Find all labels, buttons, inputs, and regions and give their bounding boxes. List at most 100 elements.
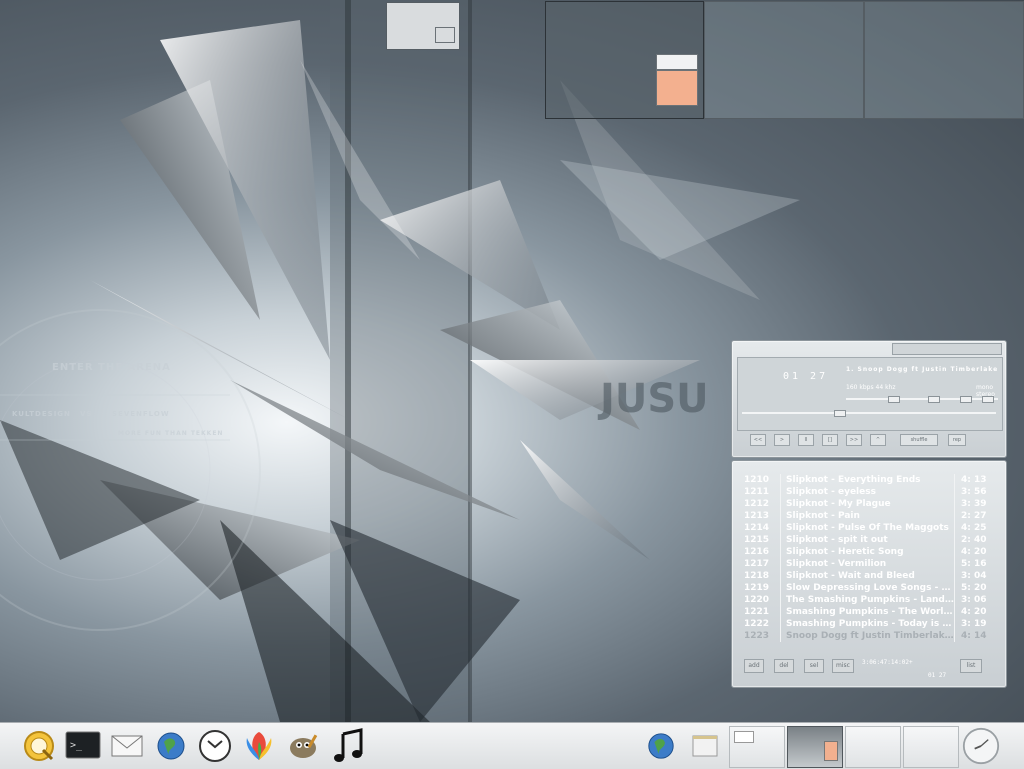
eq-knob[interactable] — [960, 396, 972, 403]
track-number: 1222 — [744, 619, 770, 629]
desktop-thumbnail-4[interactable] — [864, 1, 1024, 119]
playlist-row[interactable]: 1217 Slipknot - Vermilion 5: 16 — [738, 558, 1000, 570]
browser-icon[interactable] — [152, 727, 190, 765]
track-name: Snoop Dogg ft Justin Timberlak... — [780, 630, 954, 642]
bitrate: 160 kbps 44 khz — [846, 384, 896, 391]
track-number: 1217 — [744, 559, 770, 569]
playlist-row[interactable]: 1216 Slipknot - Heretic Song 4: 20 — [738, 546, 1000, 558]
stop-button[interactable]: [] — [822, 434, 838, 446]
eject-button[interactable]: ^ — [870, 434, 886, 446]
track-length: 3: 04 — [954, 570, 999, 582]
volume-slider[interactable] — [846, 398, 998, 400]
playlist-row[interactable]: 1220 The Smashing Pumpkins - Lands... 3: 0… — [738, 594, 1000, 606]
track-length: 3: 06 — [954, 594, 999, 606]
track-name: Slow Depressing Love Songs - RE... — [780, 582, 954, 594]
track-name: Slipknot - Heretic Song — [780, 546, 954, 558]
media-player: 01 27 1. Snoop Dogg ft Justin Timberlake… — [731, 340, 1007, 688]
playlist-row[interactable]: 1223 Snoop Dogg ft Justin Timberlak... 4: … — [738, 630, 1000, 642]
balance-knob[interactable] — [928, 396, 940, 403]
mini-window — [824, 741, 838, 761]
track-length: 4: 13 — [954, 474, 999, 486]
clock-icon[interactable] — [962, 727, 1000, 765]
desktop-switcher-1[interactable] — [729, 726, 785, 768]
desktop-switcher-4[interactable] — [903, 726, 959, 768]
wallpaper-text: ENTER THE ARENA — [52, 362, 171, 373]
playlist-add-button[interactable]: add — [744, 659, 764, 673]
track-name: Slipknot - spit it out — [780, 534, 954, 546]
playlist-row[interactable]: 1222 Smashing Pumpkins - Today is t... 3: … — [738, 618, 1000, 630]
player-titlebar[interactable] — [892, 343, 1002, 355]
clock-app-icon[interactable] — [196, 727, 234, 765]
menu-icon[interactable] — [20, 727, 58, 765]
gimp-icon[interactable] — [284, 727, 322, 765]
prev-button[interactable]: << — [750, 434, 766, 446]
playlist-row[interactable]: 1218 Slipknot - Wait and Bleed 3: 04 — [738, 570, 1000, 582]
pause-button[interactable]: II — [798, 434, 814, 446]
pl-knob[interactable] — [982, 396, 994, 403]
track-number: 1214 — [744, 523, 770, 533]
track-length: 4: 20 — [954, 546, 999, 558]
playlist-window[interactable]: 1210 Slipknot - Everything Ends 4: 13 1211 S… — [731, 460, 1007, 688]
playlist-row[interactable]: 1214 Slipknot - Pulse Of The Maggots 4: 25 — [738, 522, 1000, 534]
track-name: Smashing Pumpkins - Today is t... — [780, 618, 954, 630]
track-length: 2: 40 — [954, 534, 999, 546]
playlist-row[interactable]: 1219 Slow Depressing Love Songs - RE... 5:… — [738, 582, 1000, 594]
track-number: 1221 — [744, 607, 770, 617]
track-length: 3: 19 — [954, 618, 999, 630]
network-icon[interactable] — [642, 727, 680, 765]
desktop-switcher-2[interactable] — [787, 726, 843, 768]
next-button[interactable]: >> — [846, 434, 862, 446]
track-length: 4: 20 — [954, 606, 999, 618]
repeat-button[interactable]: rep — [948, 434, 966, 446]
playlist-del-button[interactable]: del — [774, 659, 794, 673]
seek-knob[interactable] — [834, 410, 846, 417]
shuffle-button[interactable]: shuffle — [900, 434, 938, 446]
seek-slider[interactable] — [742, 412, 996, 414]
music-icon[interactable] — [328, 727, 366, 765]
playlist-row[interactable]: 1211 Slipknot - eyeless 3: 56 — [738, 486, 1000, 498]
desktop-thumbnail-1[interactable] — [386, 2, 460, 50]
track-name: Slipknot - Everything Ends — [780, 474, 954, 486]
volume-knob[interactable] — [888, 396, 900, 403]
track-length: 3: 56 — [954, 486, 999, 498]
track-number: 1223 — [744, 631, 770, 641]
player-display: 01 27 1. Snoop Dogg ft Justin Timberlake… — [737, 357, 1003, 431]
show-desktop-icon[interactable] — [686, 727, 724, 765]
desktop-thumbnail-2[interactable] — [545, 1, 704, 119]
mini-window — [656, 70, 698, 106]
track-number: 1216 — [744, 547, 770, 557]
svg-text:JUSU: JUSU — [597, 376, 709, 422]
wallpaper-text: MORE FUN THAN TEKKEN — [118, 430, 224, 437]
desktop-thumbnail-3[interactable] — [704, 1, 864, 119]
play-button[interactable]: > — [774, 434, 790, 446]
player-main-window[interactable]: 01 27 1. Snoop Dogg ft Justin Timberlake… — [731, 340, 1007, 458]
playlist-total-time: 3:06:47:14:02+ — [862, 659, 913, 666]
track-number: 1212 — [744, 499, 770, 509]
samplerate-unit: khz — [885, 384, 896, 391]
playlist-list-button[interactable]: list — [960, 659, 982, 673]
playlist-misc-button[interactable]: misc — [832, 659, 854, 673]
playlist-row[interactable]: 1215 Slipknot - spit it out 2: 40 — [738, 534, 1000, 546]
bitrate-value: 160 — [846, 384, 858, 391]
track-number: 1210 — [744, 475, 770, 485]
track-length: 5: 16 — [954, 558, 999, 570]
track-number: 1219 — [744, 583, 770, 593]
playlist-row[interactable]: 1213 Slipknot - Pain 2: 27 — [738, 510, 1000, 522]
desktop-switcher-3[interactable] — [845, 726, 901, 768]
messenger-icon[interactable] — [240, 727, 278, 765]
track-name: Slipknot - My Plague — [780, 498, 954, 510]
mail-icon[interactable] — [108, 727, 146, 765]
playlist-row[interactable]: 1210 Slipknot - Everything Ends 4: 13 — [738, 474, 1000, 486]
playlist-row[interactable]: 1221 Smashing Pumpkins - The World... 4: 2… — [738, 606, 1000, 618]
track-length: 2: 27 — [954, 510, 999, 522]
samplerate-value: 44 — [875, 384, 884, 391]
track-number: 1220 — [744, 595, 770, 605]
track-number: 1218 — [744, 571, 770, 581]
track-number: 1211 — [744, 487, 770, 497]
playlist-sel-button[interactable]: sel — [804, 659, 824, 673]
terminal-icon[interactable]: >_ — [64, 727, 102, 765]
track-number: 1213 — [744, 511, 770, 521]
playlist[interactable]: 1210 Slipknot - Everything Ends 4: 13 1211 S… — [738, 474, 1000, 648]
mini-window — [656, 54, 698, 70]
playlist-row[interactable]: 1212 Slipknot - My Plague 3: 39 — [738, 498, 1000, 510]
